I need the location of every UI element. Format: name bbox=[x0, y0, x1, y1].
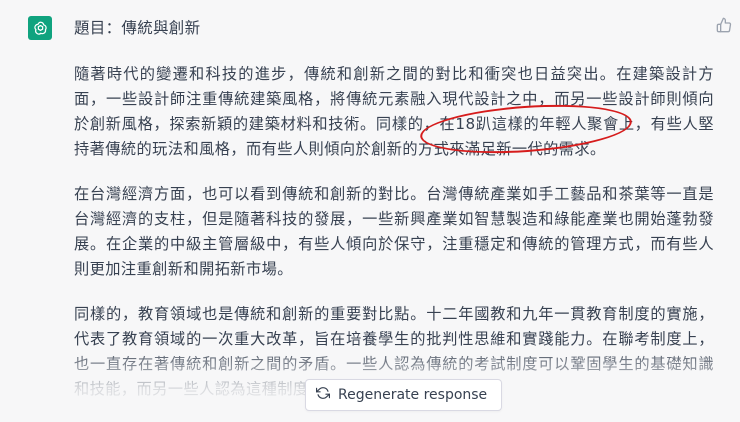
message-heading: 題目：傳統與創新 bbox=[74, 19, 201, 37]
refresh-icon bbox=[316, 386, 330, 404]
annotated-text: 在18趴這樣的年輕人聚會上 bbox=[439, 115, 635, 133]
paragraph-architecture: 隨著時代的變遷和科技的進步，傳統和創新之間的對比和衝突也日益突出。在建築設計方面… bbox=[74, 62, 714, 162]
openai-logo-icon bbox=[28, 16, 52, 40]
regenerate-response-button[interactable]: Regenerate response bbox=[305, 379, 503, 411]
assistant-message: 題目：傳統與創新 隨著時代的變遷和科技的進步，傳統和創新之間的對比和衝突也日益突… bbox=[0, 0, 740, 414]
message-content: 隨著時代的變遷和科技的進步，傳統和創新之間的對比和衝突也日益突出。在建築設計方面… bbox=[74, 62, 714, 422]
regenerate-label: Regenerate response bbox=[338, 387, 488, 403]
paragraph-text: 在台灣經濟方面，也可以看到傳統和創新的對比。台灣傳統產業如手工藝品和茶葉等一直是… bbox=[74, 185, 714, 278]
thumbs-up-icon[interactable] bbox=[716, 17, 734, 35]
highlighted-phrase: 在18趴這樣的年輕人聚會上 bbox=[418, 98, 635, 160]
paragraph-economy: 在台灣經濟方面，也可以看到傳統和創新的對比。台灣傳統產業如手工藝品和茶葉等一直是… bbox=[74, 182, 714, 282]
